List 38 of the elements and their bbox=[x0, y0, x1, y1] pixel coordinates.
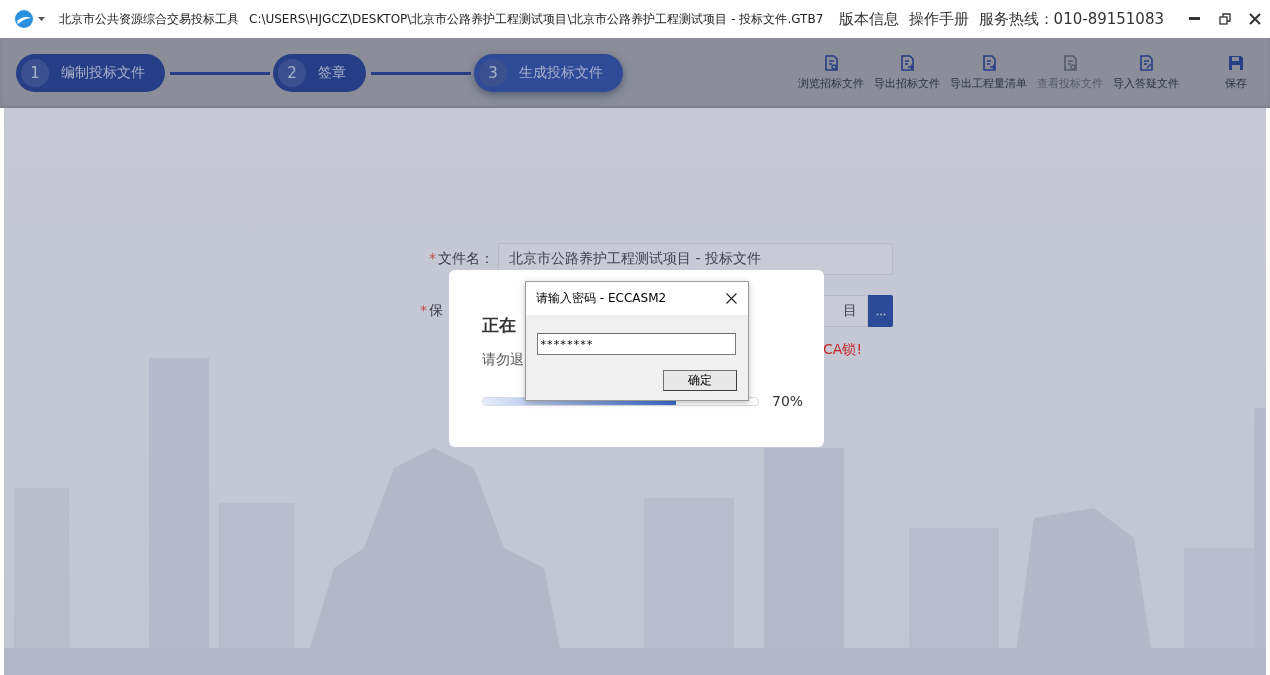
close-icon bbox=[1249, 13, 1261, 25]
password-field[interactable]: ******** bbox=[537, 333, 736, 355]
menu-link[interactable]: 版本信息 bbox=[838, 9, 899, 29]
document-export-icon bbox=[899, 55, 915, 71]
save-icon bbox=[1228, 55, 1244, 71]
dialog-title: 请输入密码 - ECCASM2 bbox=[536, 290, 668, 307]
ellipsis-icon bbox=[875, 312, 886, 316]
document-icon bbox=[823, 55, 839, 71]
dialog-message: 请勿退 bbox=[482, 351, 525, 369]
document-export-icon bbox=[980, 55, 997, 71]
step-number: 3 bbox=[479, 59, 507, 87]
toolbar-button[interactable]: 导入答疑文件 bbox=[1108, 55, 1184, 91]
warning-text: CA锁! bbox=[823, 341, 862, 359]
file-path: C:\USERS\HJGCZ\DESKTOP\北京市公路养护工程测试项目\北京市公路养护工程测试项目 - 投标文件.GTB7 bbox=[249, 10, 824, 28]
document-icon bbox=[1062, 55, 1078, 71]
step-tab[interactable]: 2 签章 bbox=[273, 54, 366, 92]
hotline-text: 服务热线：010-89151083 bbox=[978, 9, 1164, 29]
dialog-title: 正在 bbox=[482, 314, 517, 337]
restore-icon bbox=[1219, 13, 1231, 25]
field-label: *文件名： bbox=[429, 250, 495, 268]
field-label: *保 bbox=[420, 302, 444, 320]
step-number: 1 bbox=[21, 59, 49, 87]
caret-icon[interactable] bbox=[38, 16, 45, 22]
window-title: 北京市公共资源综合交易投标工具 bbox=[59, 10, 239, 28]
step-tab[interactable]: 3 生成投标文件 bbox=[474, 54, 623, 92]
minimize-icon bbox=[1189, 17, 1201, 21]
close-icon bbox=[725, 293, 737, 304]
menu-link[interactable]: 操作手册 bbox=[908, 9, 969, 29]
toolbar-button[interactable]: 保存 bbox=[1202, 55, 1270, 91]
ok-button[interactable]: 确定 bbox=[663, 370, 737, 391]
progress-percent: 70% bbox=[772, 393, 804, 409]
toolbar-button[interactable]: 浏览招标文件 bbox=[793, 55, 869, 91]
toolbar-button[interactable]: 导出工程量清单 bbox=[945, 55, 1032, 91]
app-logo-icon[interactable] bbox=[14, 9, 34, 29]
step-number: 2 bbox=[278, 59, 306, 87]
document-edit-icon bbox=[1138, 55, 1154, 71]
step-tab[interactable]: 1 编制投标文件 bbox=[16, 54, 165, 92]
toolbar-button[interactable]: 导出招标文件 bbox=[869, 55, 945, 91]
